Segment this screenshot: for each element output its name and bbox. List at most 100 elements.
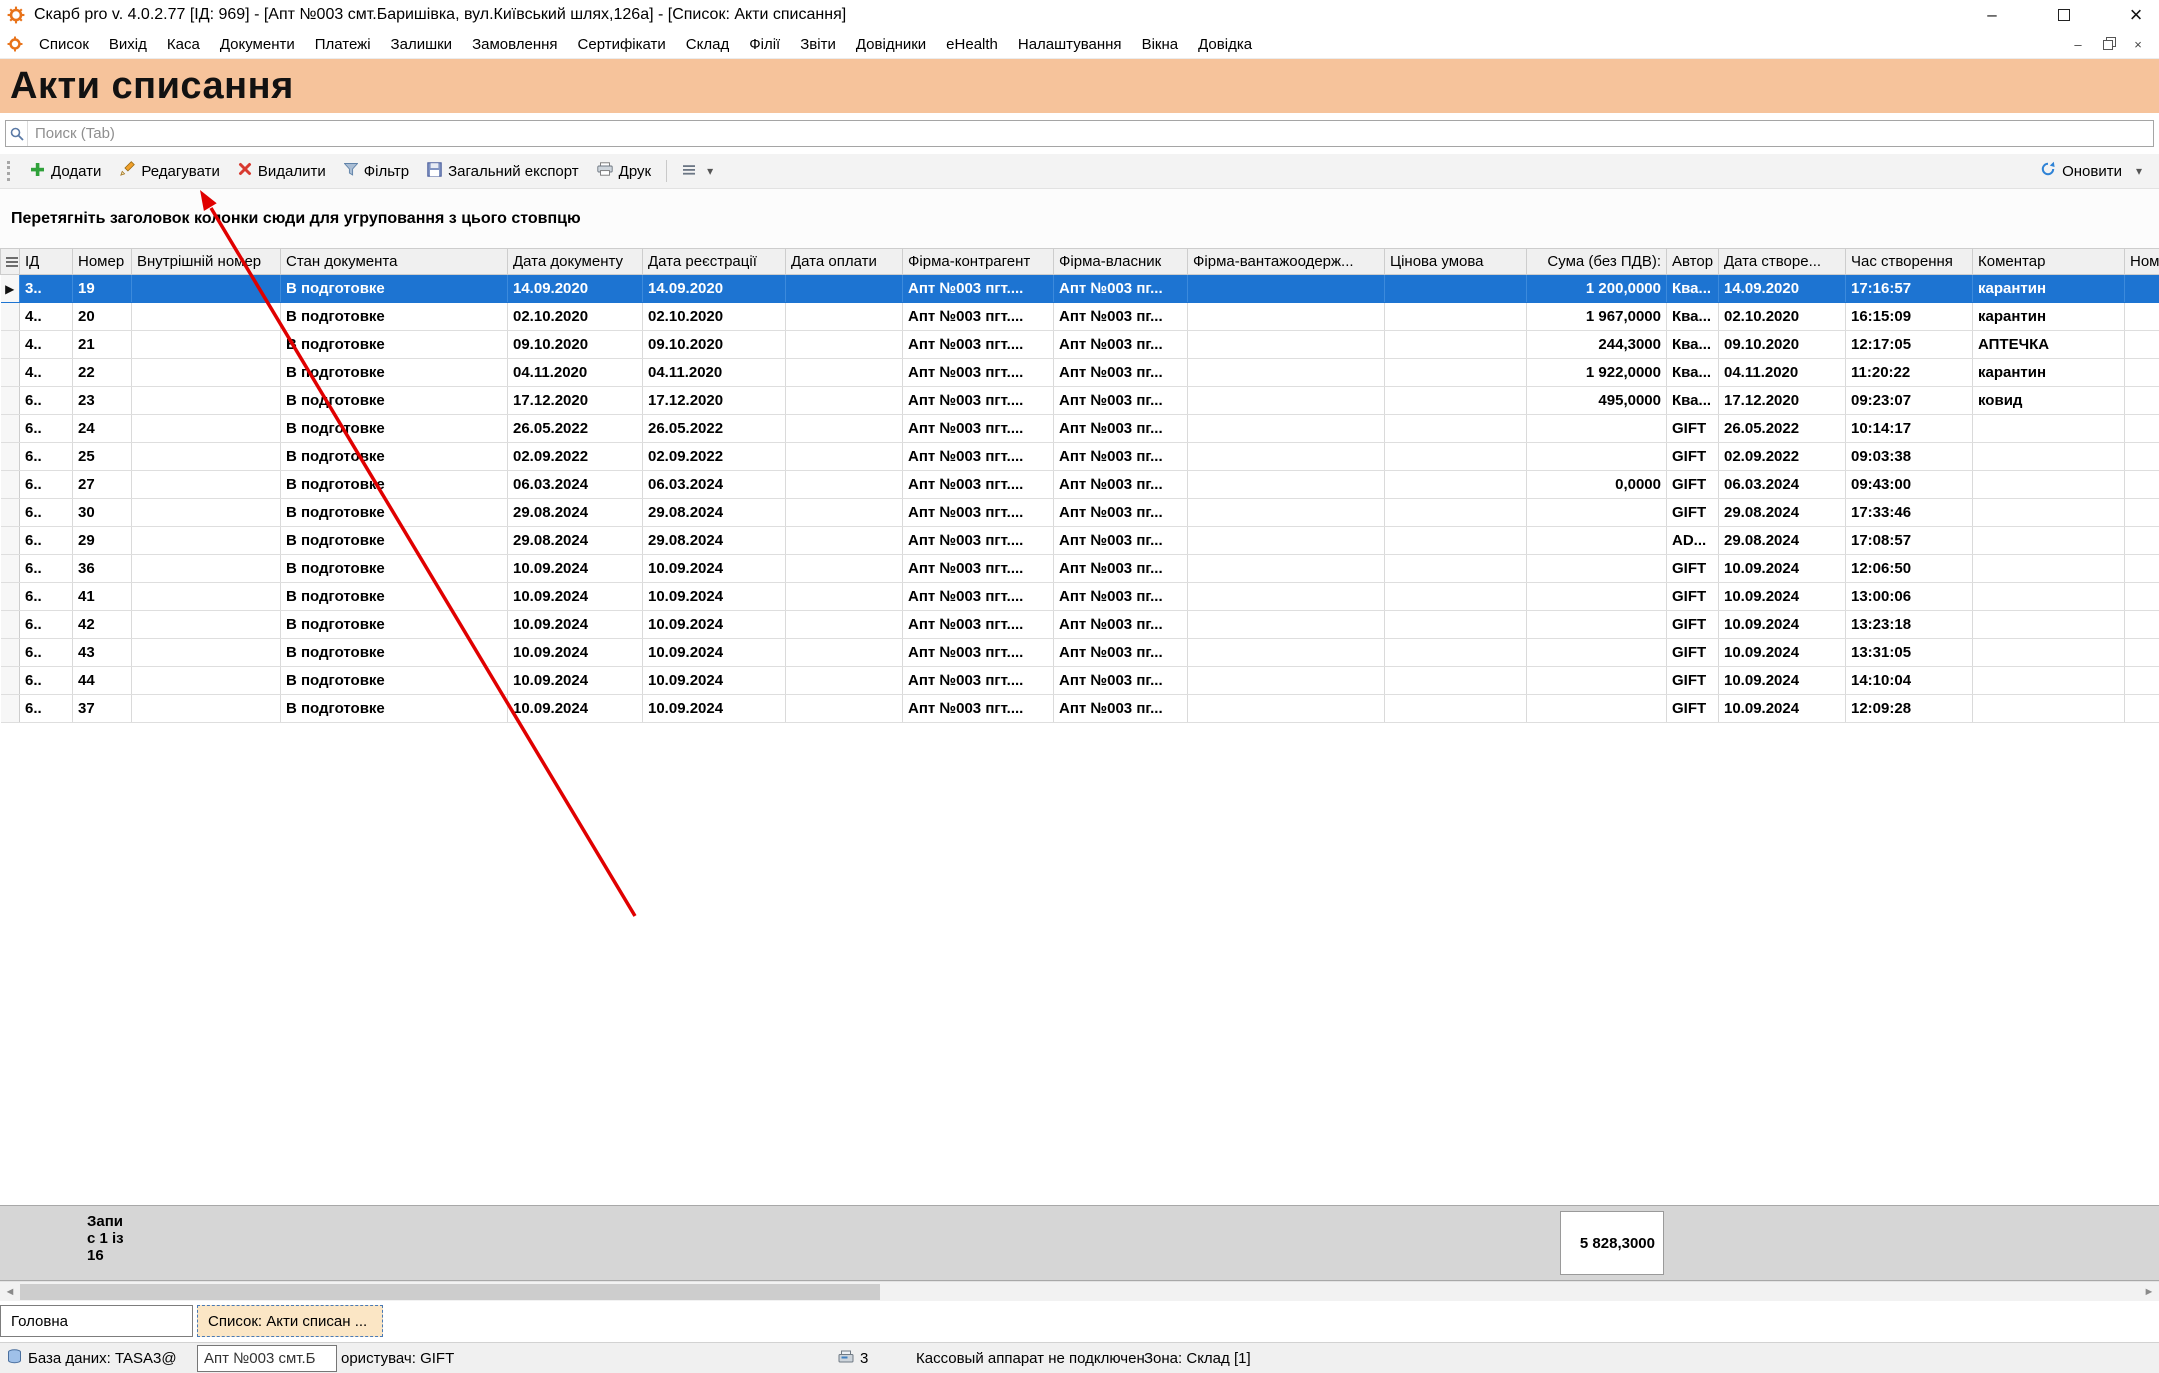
cell[interactable]: [2125, 275, 2159, 303]
cell[interactable]: Апт №003 пг...: [1054, 555, 1188, 583]
cell[interactable]: [786, 555, 903, 583]
menu-item-Список[interactable]: Список: [29, 31, 99, 58]
cell[interactable]: [1385, 639, 1527, 667]
cell[interactable]: [2125, 415, 2159, 443]
cell[interactable]: 26.05.2022: [1719, 415, 1846, 443]
cell[interactable]: [2125, 443, 2159, 471]
cell[interactable]: В подготовке: [281, 639, 508, 667]
cell[interactable]: [1188, 611, 1385, 639]
cell[interactable]: [1527, 499, 1667, 527]
add-button[interactable]: Додати: [21, 157, 110, 186]
cell[interactable]: Апт №003 пгт....: [903, 359, 1054, 387]
cell[interactable]: 1 967,0000: [1527, 303, 1667, 331]
cell[interactable]: [1188, 527, 1385, 555]
close-button[interactable]: ×: [2113, 0, 2159, 30]
cell[interactable]: 10.09.2024: [508, 639, 643, 667]
cell[interactable]: 02.10.2020: [643, 303, 786, 331]
mdi-restore-button[interactable]: [2099, 35, 2117, 53]
cell[interactable]: [1188, 499, 1385, 527]
cell[interactable]: 14.09.2020: [643, 275, 786, 303]
cell[interactable]: [132, 443, 281, 471]
maximize-button[interactable]: [2041, 0, 2087, 30]
cell[interactable]: [132, 275, 281, 303]
cell[interactable]: [1385, 415, 1527, 443]
cell[interactable]: В подготовке: [281, 275, 508, 303]
cell[interactable]: [1188, 415, 1385, 443]
cell[interactable]: [132, 331, 281, 359]
menu-item-Налаштування[interactable]: Налаштування: [1008, 31, 1132, 58]
cell[interactable]: 16:15:09: [1846, 303, 1973, 331]
cell[interactable]: 27: [73, 471, 132, 499]
cell[interactable]: Апт №003 пгт....: [903, 471, 1054, 499]
cell[interactable]: 24: [73, 415, 132, 443]
cell[interactable]: [1527, 415, 1667, 443]
cell[interactable]: Ква...: [1667, 331, 1719, 359]
cell[interactable]: Апт №003 пг...: [1054, 303, 1188, 331]
cell[interactable]: Апт №003 пг...: [1054, 583, 1188, 611]
cell[interactable]: [2125, 359, 2159, 387]
cell[interactable]: Апт №003 пгт....: [903, 275, 1054, 303]
cell[interactable]: [1385, 667, 1527, 695]
cell[interactable]: 02.09.2022: [643, 443, 786, 471]
cell[interactable]: [132, 667, 281, 695]
cell[interactable]: 1 922,0000: [1527, 359, 1667, 387]
cell[interactable]: [1973, 667, 2125, 695]
cell[interactable]: 17:16:57: [1846, 275, 1973, 303]
cell[interactable]: 6..: [20, 583, 73, 611]
cell[interactable]: Апт №003 пг...: [1054, 387, 1188, 415]
cell[interactable]: В подготовке: [281, 527, 508, 555]
cell[interactable]: [2125, 303, 2159, 331]
cell[interactable]: 14:10:04: [1846, 667, 1973, 695]
cell[interactable]: [132, 499, 281, 527]
cell[interactable]: [1385, 471, 1527, 499]
cell[interactable]: 41: [73, 583, 132, 611]
cell[interactable]: 21: [73, 331, 132, 359]
cell[interactable]: 1 200,0000: [1527, 275, 1667, 303]
cell[interactable]: АПТЕЧКА: [1973, 331, 2125, 359]
refresh-dropdown-icon[interactable]: ▾: [2131, 164, 2147, 178]
cell[interactable]: [1385, 499, 1527, 527]
cell[interactable]: карантин: [1973, 359, 2125, 387]
cell[interactable]: [1527, 667, 1667, 695]
cell[interactable]: 26.05.2022: [643, 415, 786, 443]
cell[interactable]: [2125, 527, 2159, 555]
cell[interactable]: 43: [73, 639, 132, 667]
cell[interactable]: [786, 443, 903, 471]
cell[interactable]: 10.09.2024: [643, 555, 786, 583]
column-header-4[interactable]: Дата документу: [508, 249, 643, 275]
cell[interactable]: 10.09.2024: [1719, 667, 1846, 695]
cell[interactable]: 10.09.2024: [643, 695, 786, 723]
cell[interactable]: 29.08.2024: [1719, 499, 1846, 527]
cell[interactable]: Ква...: [1667, 387, 1719, 415]
cell[interactable]: Апт №003 пгт....: [903, 527, 1054, 555]
cell[interactable]: [2125, 611, 2159, 639]
mdi-close-button[interactable]: ×: [2129, 35, 2147, 53]
cell[interactable]: GIFT: [1667, 695, 1719, 723]
minimize-button[interactable]: –: [1969, 0, 2015, 30]
cell[interactable]: [1973, 555, 2125, 583]
cell[interactable]: [1385, 527, 1527, 555]
cell[interactable]: Апт №003 пгт....: [903, 583, 1054, 611]
cell[interactable]: 6..: [20, 695, 73, 723]
cell[interactable]: 13:23:18: [1846, 611, 1973, 639]
cell[interactable]: Апт №003 пгт....: [903, 443, 1054, 471]
cell[interactable]: 6..: [20, 527, 73, 555]
cell[interactable]: [132, 303, 281, 331]
column-header-2[interactable]: Внутрішній номер: [132, 249, 281, 275]
cell[interactable]: 6..: [20, 471, 73, 499]
menu-item-Довідка[interactable]: Довідка: [1188, 31, 1262, 58]
cell[interactable]: 10.09.2024: [508, 667, 643, 695]
cell[interactable]: [1973, 583, 2125, 611]
cell[interactable]: 29.08.2024: [1719, 527, 1846, 555]
cell[interactable]: [1385, 443, 1527, 471]
mdi-minimize-button[interactable]: –: [2069, 35, 2087, 53]
cell[interactable]: AD...: [1667, 527, 1719, 555]
cell[interactable]: 36: [73, 555, 132, 583]
cell[interactable]: GIFT: [1667, 611, 1719, 639]
cell[interactable]: 6..: [20, 667, 73, 695]
cell[interactable]: 04.11.2020: [508, 359, 643, 387]
cell[interactable]: [1527, 639, 1667, 667]
column-header-1[interactable]: Номер: [73, 249, 132, 275]
cell[interactable]: 244,3000: [1527, 331, 1667, 359]
delete-button[interactable]: Видалити: [229, 157, 335, 185]
